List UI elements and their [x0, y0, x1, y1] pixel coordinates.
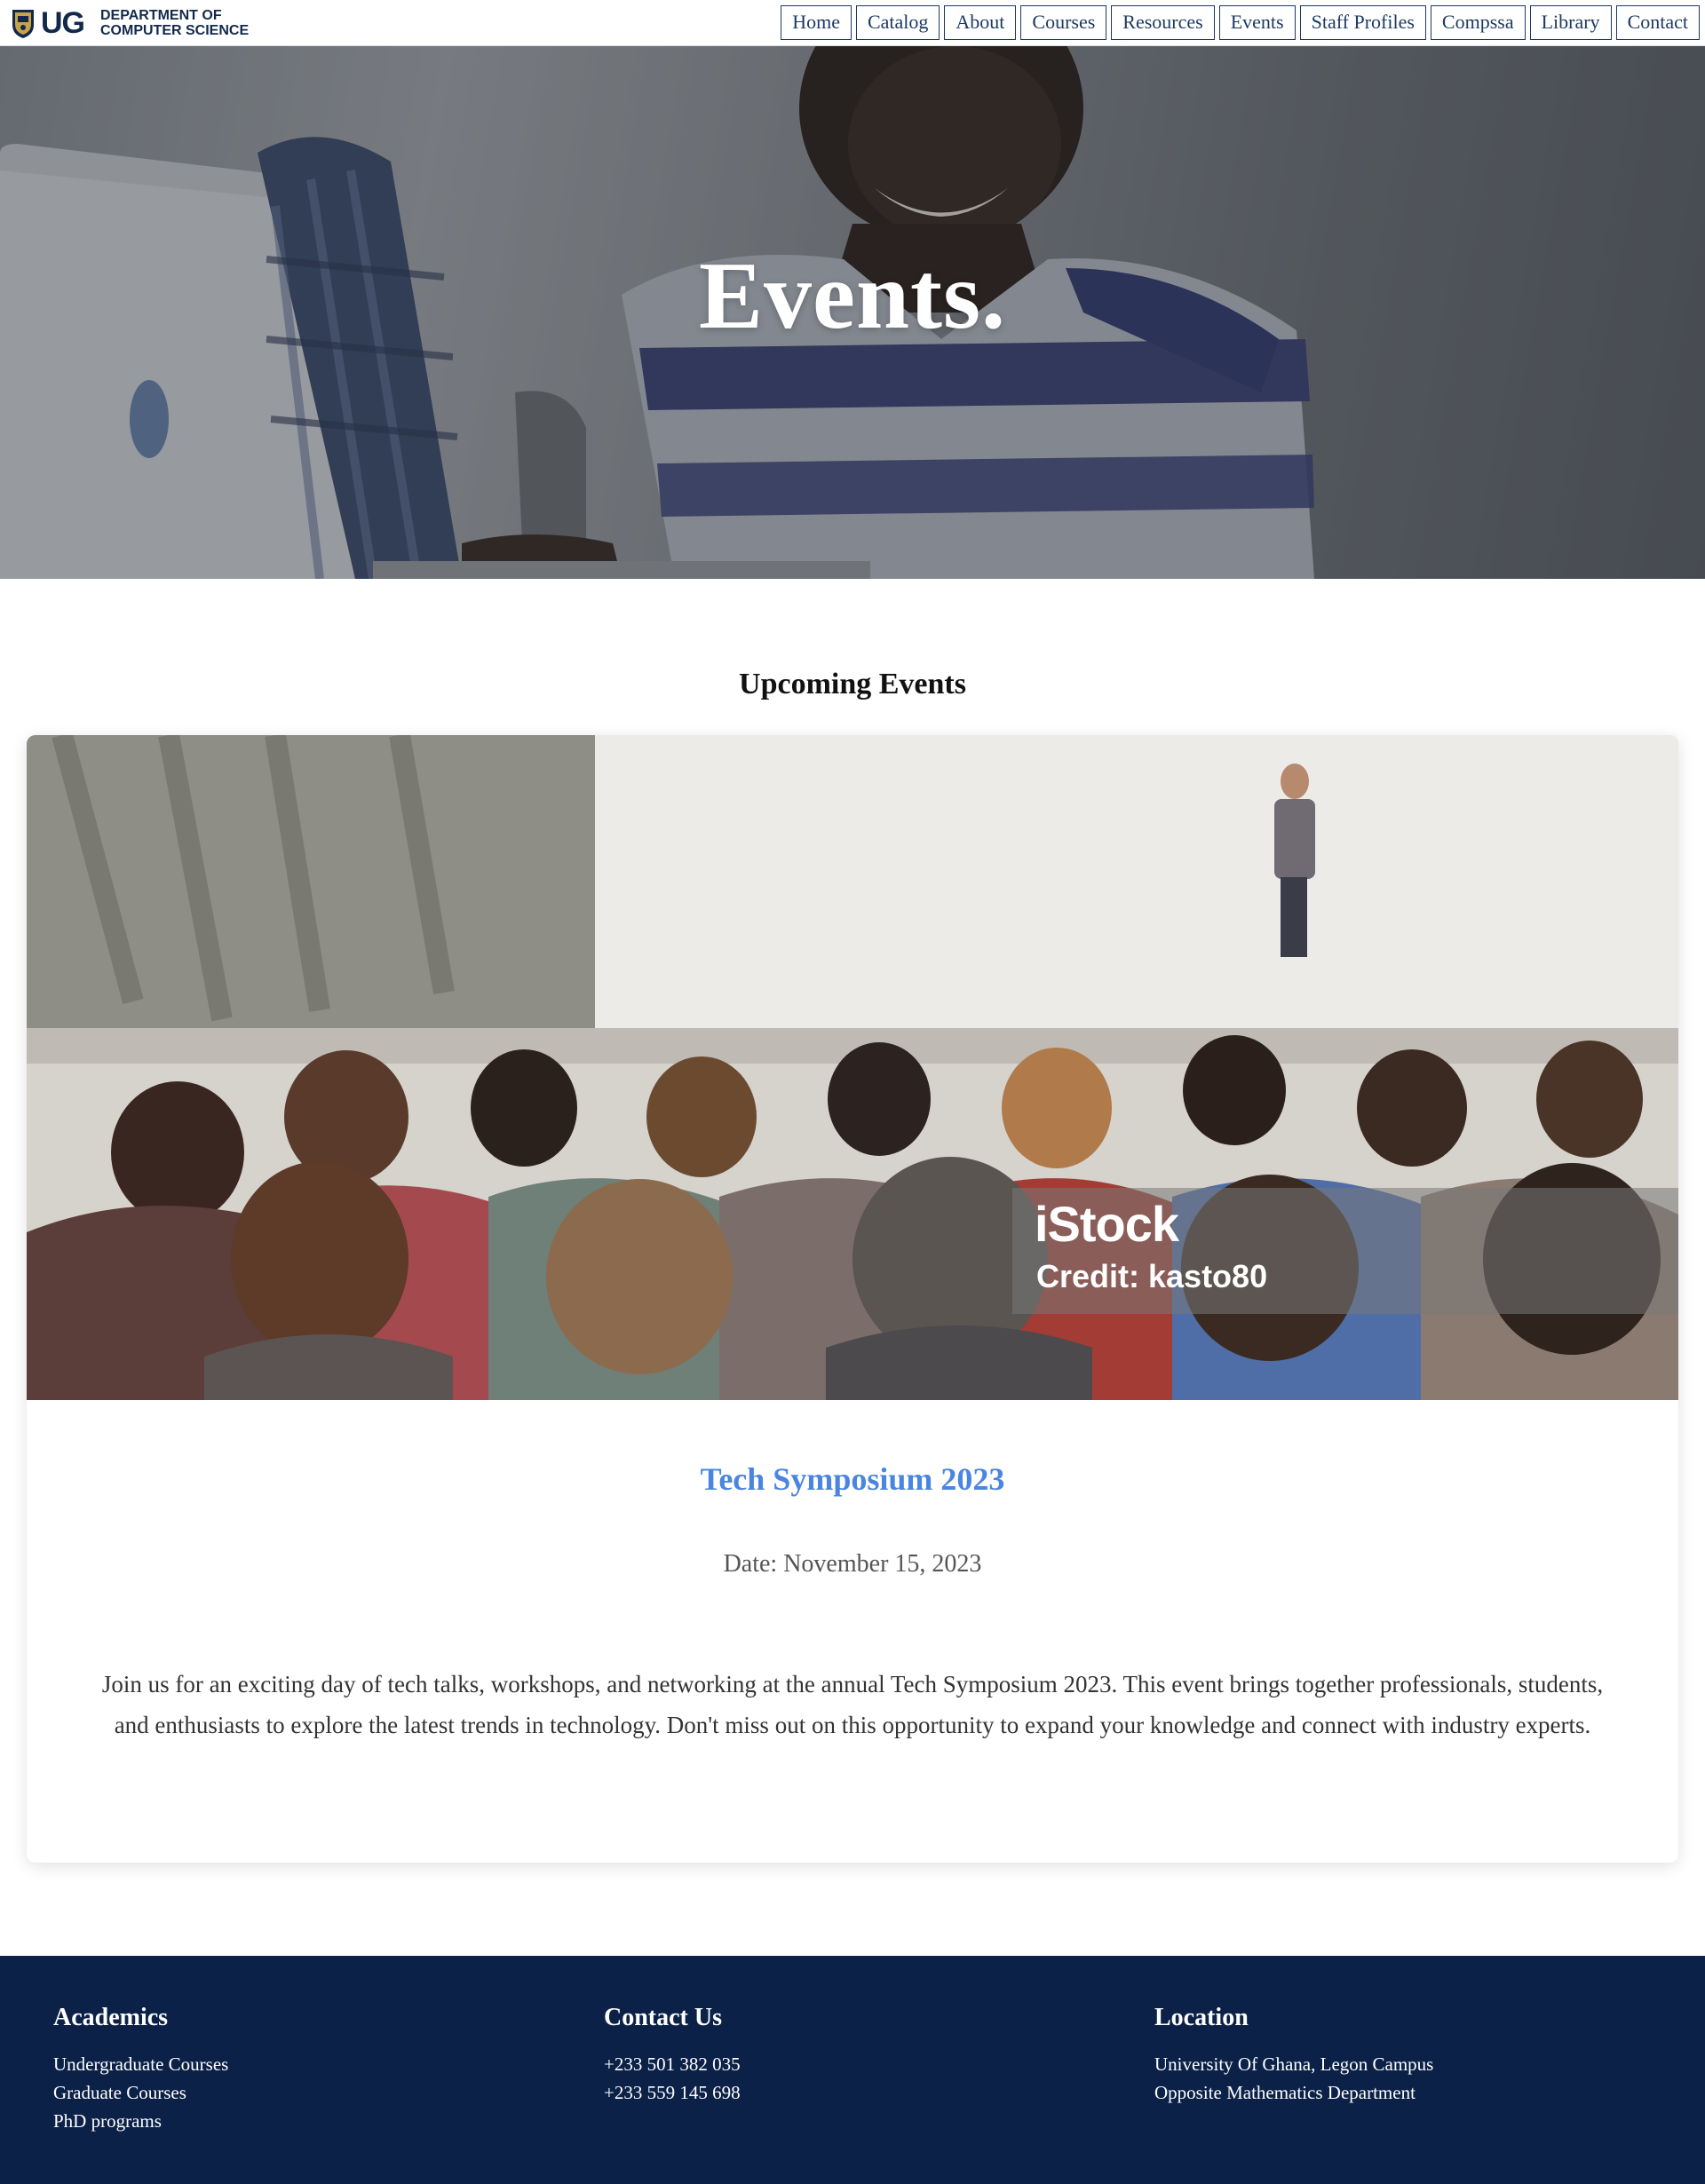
- logo-dept-line-2: COMPUTER SCIENCE: [100, 22, 250, 38]
- event-title[interactable]: Tech Symposium 2023: [27, 1463, 1678, 1495]
- footer-location-line-1: University Of Ghana, Legon Campus: [1154, 2053, 1434, 2075]
- nav-events[interactable]: Events: [1218, 5, 1296, 40]
- footer-academics-heading: Academics: [53, 2004, 169, 2031]
- event-photo: iStock Credit: kasto80: [27, 735, 1678, 1400]
- logo-dept-line-1: DEPARTMENT OF: [100, 7, 222, 23]
- watermark-brand: iStock: [1035, 1196, 1179, 1252]
- nav-compssa[interactable]: Compssa: [1430, 5, 1526, 40]
- hero-title: Events.: [698, 243, 1007, 349]
- watermark-credit: Credit: kasto80: [1036, 1258, 1268, 1294]
- nav-staff-profiles[interactable]: Staff Profiles: [1299, 5, 1426, 40]
- footer-phone-1[interactable]: +233 501 382 035: [604, 2050, 741, 2078]
- university-crest-icon: [12, 9, 34, 38]
- footer-contact: Contact Us +233 501 382 035 +233 559 145…: [604, 2006, 741, 2107]
- nav-courses[interactable]: Courses: [1020, 5, 1107, 40]
- site-header: UG DEPARTMENT OF COMPUTER SCIENCE Home C…: [0, 0, 1705, 46]
- event-description: Join us for an exciting day of tech talk…: [101, 1671, 1604, 1738]
- nav-resources[interactable]: Resources: [1111, 5, 1215, 40]
- site-logo[interactable]: UG DEPARTMENT OF COMPUTER SCIENCE: [11, 7, 249, 39]
- main-nav: Home Catalog About Courses Resources Eve…: [776, 5, 1700, 40]
- nav-contact[interactable]: Contact: [1615, 5, 1700, 40]
- footer-location: Location University Of Ghana, Legon Camp…: [1154, 2006, 1433, 2107]
- footer-location-heading: Location: [1154, 2004, 1249, 2031]
- hero-banner: Events.: [0, 46, 1705, 579]
- footer-link-phd[interactable]: PhD programs: [53, 2107, 228, 2135]
- event-date: Date: November 15, 2023: [723, 1550, 982, 1578]
- footer-link-graduate[interactable]: Graduate Courses: [53, 2078, 228, 2107]
- footer-academics: Academics Undergraduate Courses Graduate…: [53, 2006, 228, 2135]
- nav-about[interactable]: About: [944, 5, 1017, 40]
- footer-link-undergraduate[interactable]: Undergraduate Courses: [53, 2050, 228, 2078]
- site-footer: Academics Undergraduate Courses Graduate…: [0, 1956, 1705, 2184]
- footer-location-line-2: Opposite Mathematics Department: [1154, 2082, 1416, 2103]
- footer-contact-heading: Contact Us: [604, 2004, 722, 2031]
- nav-home[interactable]: Home: [781, 5, 852, 40]
- footer-phone-2[interactable]: +233 559 145 698: [604, 2078, 741, 2107]
- nav-library[interactable]: Library: [1529, 5, 1612, 40]
- section-heading: Upcoming Events: [739, 668, 966, 700]
- nav-catalog[interactable]: Catalog: [855, 5, 940, 40]
- event-card[interactable]: iStock Credit: kasto80 Tech Symposium 20…: [27, 735, 1678, 1863]
- logo-initials: UG: [41, 5, 85, 40]
